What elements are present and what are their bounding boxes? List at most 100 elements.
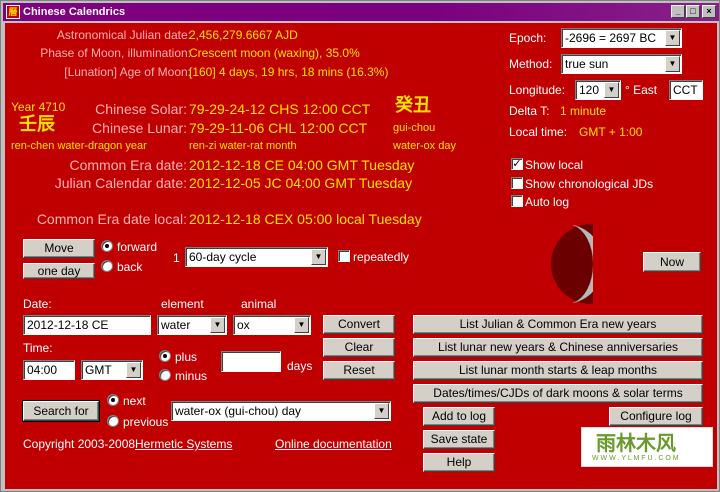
list-lunar-months-button[interactable]: List lunar month starts & leap months (413, 361, 703, 380)
save-state-button[interactable]: Save state (423, 430, 495, 449)
method-select[interactable]: true sun ▼ (561, 54, 682, 74)
one-day-button[interactable]: one day (23, 263, 95, 279)
longitude-label: Longitude: (509, 83, 566, 97)
chevron-down-icon[interactable]: ▼ (665, 56, 680, 72)
chevron-down-icon[interactable]: ▼ (665, 30, 680, 46)
epoch-label: Epoch: (509, 31, 547, 45)
close-button[interactable]: × (702, 5, 716, 18)
search-target-select[interactable]: water-ox (gui-chou) day ▼ (171, 401, 391, 421)
reset-button[interactable]: Reset (323, 361, 395, 380)
epoch-value: -2696 = 2697 BC (565, 31, 657, 45)
company-link[interactable]: Hermetic Systems (135, 437, 232, 451)
month-name: ren-zi water-rat month (189, 140, 297, 152)
convert-button[interactable]: Convert (323, 315, 395, 334)
help-button[interactable]: Help (423, 453, 495, 472)
watermark-brand: 雨林木风 (596, 431, 676, 455)
ce-local-value: 2012-12-18 CEX 05:00 local Tuesday (189, 211, 422, 227)
configure-log-button[interactable]: Configure log (609, 407, 703, 426)
next-radio[interactable] (107, 394, 119, 406)
year-stem-branch: 壬辰 (19, 114, 55, 135)
cycle-select[interactable]: 60-day cycle ▼ (185, 247, 328, 267)
show-local-checkbox[interactable]: ✓ (511, 158, 523, 170)
cycle-value: 60-day cycle (189, 250, 257, 264)
age-value: [160] 4 days, 19 hrs, 18 mins (16.3%) (189, 65, 389, 79)
repeatedly-checkbox[interactable] (338, 250, 350, 262)
chinese-lunar-value: 79-29-11-06 CHL 12:00 CCT (189, 120, 368, 136)
days-input[interactable] (221, 351, 281, 372)
element-value: water (161, 318, 191, 332)
dark-moons-button[interactable]: Dates/times/CJDs of dark moons & solar t… (413, 384, 703, 403)
chevron-down-icon[interactable]: ▼ (374, 403, 389, 419)
online-docs-link[interactable]: Online documentation (275, 437, 392, 451)
list-julian-ce-button[interactable]: List Julian & Common Era new years (413, 315, 703, 334)
year-name: ren-chen water-dragon year (11, 140, 147, 152)
chinese-lunar-label: Chinese Lunar: (92, 120, 187, 136)
clear-button[interactable]: Clear (323, 338, 395, 357)
moon-phase-icon (551, 224, 593, 304)
time-input[interactable]: 04:00 (23, 360, 75, 380)
timezone-select[interactable]: GMT ▼ (81, 360, 143, 380)
title-bar[interactable]: 曆 Chinese Calendrics _ □ × (3, 3, 719, 21)
minus-radio[interactable] (159, 369, 171, 381)
auto-log-checkbox[interactable] (511, 195, 523, 207)
next-label[interactable]: next (123, 394, 146, 408)
epoch-select[interactable]: -2696 = 2697 BC ▼ (561, 28, 682, 48)
show-chrono-label[interactable]: Show chronological JDs (525, 177, 653, 191)
chevron-down-icon[interactable]: ▼ (311, 249, 326, 265)
timezone-input[interactable]: CCT (669, 80, 703, 100)
year-number: Year 4710 (11, 100, 66, 114)
delta-t-value: 1 minute (560, 104, 607, 118)
method-value: true sun (565, 57, 609, 71)
animal-select[interactable]: ox ▼ (233, 315, 311, 335)
search-button[interactable]: Search for (22, 400, 100, 422)
ce-local-label: Common Era date local: (36, 211, 187, 227)
day-name: water-ox day (393, 140, 456, 152)
animal-label: animal (241, 297, 277, 311)
now-button[interactable]: Now (643, 252, 701, 272)
ajd-value: 2,456,279.6667 AJD (189, 28, 298, 42)
back-label[interactable]: back (117, 260, 142, 274)
chevron-down-icon[interactable]: ▼ (210, 317, 225, 333)
maximize-button[interactable]: □ (686, 5, 700, 18)
minus-label[interactable]: minus (175, 369, 207, 383)
plus-label[interactable]: plus (175, 350, 197, 364)
jc-date-value: 2012-12-05 JC 04:00 GMT Tuesday (189, 175, 413, 191)
age-label: [Lunation] Age of Moon: (64, 65, 191, 79)
forward-radio[interactable] (101, 240, 113, 252)
previous-label[interactable]: previous (123, 415, 168, 429)
show-chrono-checkbox[interactable] (511, 177, 523, 189)
auto-log-label[interactable]: Auto log (525, 195, 569, 209)
main-panel: Astronomical Julian date: 2,456,279.6667… (5, 23, 717, 489)
plus-radio[interactable] (159, 350, 171, 362)
date-input[interactable]: 2012-12-18 CE (23, 315, 151, 335)
copyright-text: Copyright 2003-2008 (23, 437, 136, 451)
chinese-solar-value: 79-29-24-12 CHS 12:00 CCT (189, 101, 371, 117)
back-radio[interactable] (101, 260, 113, 272)
longitude-select[interactable]: 120 ▼ (575, 80, 621, 100)
list-lunar-ny-button[interactable]: List lunar new years & Chinese anniversa… (413, 338, 703, 357)
chevron-down-icon[interactable]: ▼ (604, 82, 619, 98)
chinese-solar-label: Chinese Solar: (95, 101, 187, 117)
chevron-down-icon[interactable]: ▼ (126, 362, 141, 378)
ce-date-label: Common Era date: (69, 157, 188, 173)
element-label: element (161, 297, 204, 311)
repeatedly-label[interactable]: repeatedly (353, 250, 409, 264)
method-label: Method: (509, 57, 553, 71)
delta-t-label: Delta T: (509, 104, 550, 118)
search-target-value: water-ox (gui-chou) day (175, 404, 302, 418)
forward-label[interactable]: forward (117, 240, 157, 254)
longitude-unit: ° East (625, 83, 658, 97)
add-to-log-button[interactable]: Add to log (423, 407, 495, 426)
move-button[interactable]: Move (23, 239, 95, 258)
days-label: days (287, 359, 313, 373)
phase-label: Phase of Moon, illumination: (40, 46, 191, 60)
element-select[interactable]: water ▼ (157, 315, 227, 335)
show-local-label[interactable]: Show local (525, 158, 583, 172)
day-stem-branch: 癸丑 (395, 95, 431, 116)
app-window: 曆 Chinese Calendrics _ □ × Astronomical … (0, 0, 720, 492)
phase-value: Crescent moon (waxing), 35.0% (189, 46, 360, 60)
animal-value: ox (237, 318, 250, 332)
previous-radio[interactable] (107, 415, 119, 427)
chevron-down-icon[interactable]: ▼ (294, 317, 309, 333)
minimize-button[interactable]: _ (671, 5, 685, 18)
